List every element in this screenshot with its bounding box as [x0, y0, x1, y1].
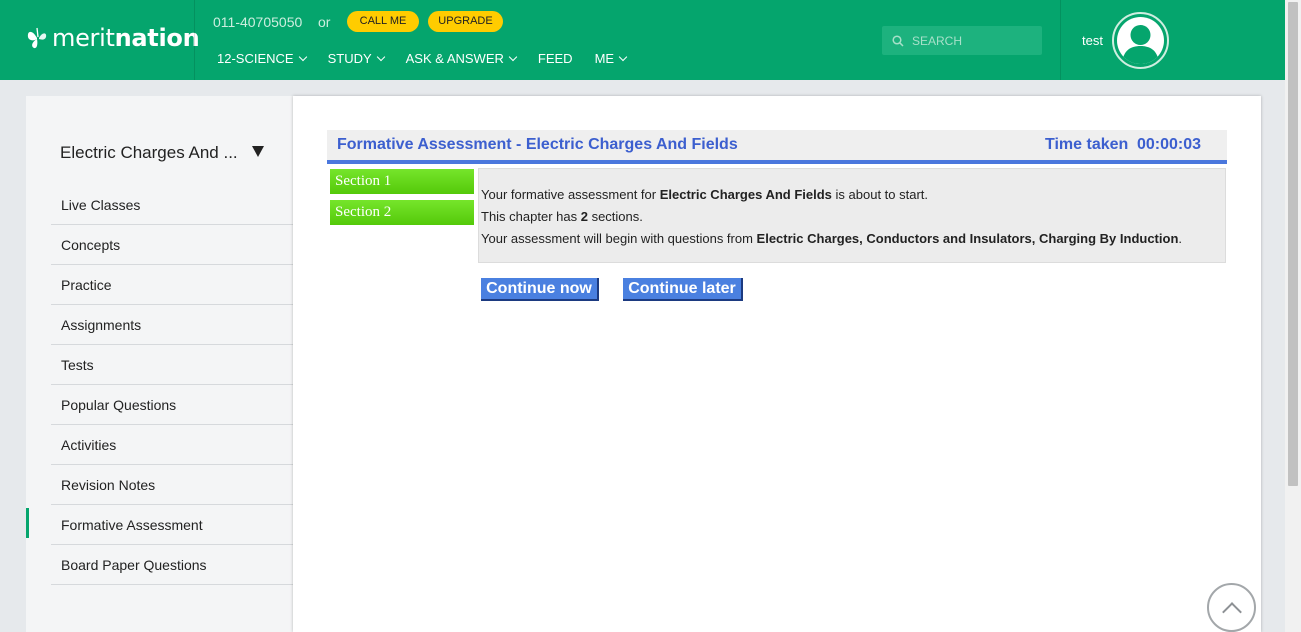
or-text: or [318, 14, 331, 30]
sidebar-item-assignments[interactable]: Assignments [51, 305, 294, 345]
assessment-title: Formative Assessment - Electric Charges … [337, 136, 738, 153]
search-box[interactable] [882, 26, 1042, 55]
upgrade-button[interactable]: UPGRADE [428, 11, 503, 32]
nav-label: ME [594, 51, 615, 66]
chevron-down-icon [376, 52, 385, 61]
sidebar-item-board-paper-questions[interactable]: Board Paper Questions [51, 545, 294, 585]
chevron-down-icon [618, 52, 628, 61]
username[interactable]: test [1082, 33, 1103, 48]
nav-label: FEED [537, 51, 573, 66]
caret-down-icon[interactable] [252, 146, 264, 157]
sidebar-item-popular-questions[interactable]: Popular Questions [51, 385, 294, 425]
sidebar-item-formative-assessment[interactable]: Formative Assessment [51, 505, 294, 545]
section-2-tab[interactable]: Section 2 [330, 200, 474, 225]
info-line-3: Your assessment will begin with question… [481, 231, 1183, 246]
search-icon [892, 34, 904, 47]
topic-names: Electric Charges, Conductors and Insulat… [756, 231, 1179, 246]
nav-label: STUDY [327, 51, 372, 66]
info-line-2: This chapter has 2 sections. [481, 209, 643, 224]
top-navbar: meritnation 011-40705050 or CALL ME UPGR… [0, 0, 1285, 80]
meritnation-logo[interactable]: meritnation [26, 24, 200, 52]
logo-text-nation: nation [114, 24, 200, 52]
logo-text-merit: merit [52, 24, 115, 52]
chapter-sidebar: Electric Charges And ... Live Classes Co… [26, 96, 294, 632]
sidebar-menu: Live Classes Concepts Practice Assignmen… [51, 185, 294, 585]
assessment-header: Formative Assessment - Electric Charges … [327, 130, 1227, 164]
time-taken-label: Time taken [1045, 136, 1129, 153]
active-indicator [26, 508, 29, 538]
main-content: Formative Assessment - Electric Charges … [293, 96, 1261, 632]
sidebar-item-activities[interactable]: Activities [51, 425, 294, 465]
scroll-to-top-button[interactable] [1207, 583, 1256, 632]
scrollbar-thumb[interactable] [1288, 2, 1298, 486]
avatar[interactable] [1112, 12, 1169, 69]
section-1-tab[interactable]: Section 1 [330, 169, 474, 194]
nav-study[interactable]: STUDY [327, 51, 385, 66]
user-avatar-icon [1117, 17, 1164, 64]
continue-later-button[interactable]: Continue later [623, 278, 743, 301]
chevron-down-icon [508, 52, 518, 61]
chapter-name: Electric Charges And Fields [659, 187, 832, 202]
header-divider [194, 0, 195, 80]
sidebar-item-practice[interactable]: Practice [51, 265, 294, 305]
nav-label: ASK & ANSWER [405, 51, 504, 66]
sidebar-item-concepts[interactable]: Concepts [51, 225, 294, 265]
sidebar-item-tests[interactable]: Tests [51, 345, 294, 385]
sidebar-item-revision-notes[interactable]: Revision Notes [51, 465, 294, 505]
phone-number: 011-40705050 [213, 14, 303, 30]
assessment-info: Your formative assessment for Electric C… [478, 168, 1226, 263]
section-count: 2 [580, 209, 588, 224]
butterfly-logo-icon [27, 27, 47, 49]
continue-now-button[interactable]: Continue now [481, 278, 599, 301]
header-divider [1060, 0, 1061, 80]
call-me-button[interactable]: CALL ME [347, 11, 419, 32]
info-line-1: Your formative assessment for Electric C… [481, 187, 929, 202]
nav-ask-answer[interactable]: ASK & ANSWER [405, 51, 518, 66]
nav-12-science[interactable]: 12-SCIENCE [217, 51, 307, 66]
chapter-selector[interactable]: Electric Charges And ... [60, 143, 238, 163]
sidebar-item-live-classes[interactable]: Live Classes [51, 185, 294, 225]
chevron-down-icon [298, 52, 307, 61]
main-nav: 12-SCIENCE STUDY ASK & ANSWER FEED ME [217, 51, 648, 66]
nav-label: 12-SCIENCE [217, 51, 294, 66]
chevron-up-icon [1222, 602, 1242, 622]
search-input[interactable] [912, 33, 1032, 48]
nav-feed[interactable]: FEED [538, 51, 573, 66]
nav-me[interactable]: ME [594, 51, 628, 66]
time-taken-value: 00:00:03 [1137, 136, 1202, 153]
